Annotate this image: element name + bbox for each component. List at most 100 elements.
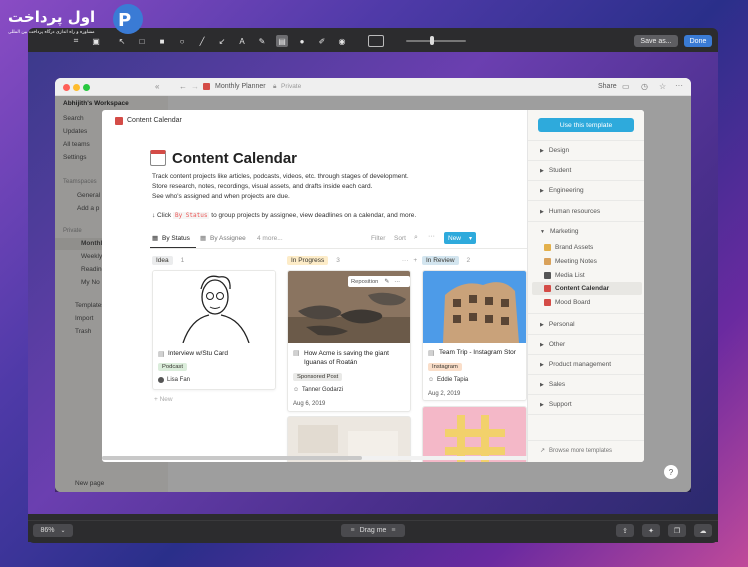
share-export-button[interactable]: ⇪ <box>616 524 634 537</box>
template-categories: Use this template ▶ Design ▶ Student ▶ Engi… <box>527 110 644 462</box>
column-add-icon[interactable]: + <box>413 257 417 264</box>
history-icon[interactable]: ◷ <box>641 82 648 91</box>
category-support[interactable]: ▶ Support <box>540 401 572 408</box>
done-button[interactable]: Done <box>684 35 712 47</box>
ellipse-icon[interactable]: ○ <box>176 35 188 47</box>
arrow-up-right-icon: ↗ <box>540 448 546 454</box>
forward-arrow-icon[interactable]: → <box>191 82 199 91</box>
close-light-icon[interactable] <box>63 84 70 91</box>
calendar-icon <box>115 117 123 125</box>
comments-icon[interactable]: ▭ <box>622 82 630 91</box>
save-as-button[interactable]: Save as... <box>634 35 678 47</box>
category-label: Design <box>548 147 570 154</box>
pin-button[interactable]: ✦ <box>642 524 660 537</box>
category-design[interactable]: ▶ Design <box>540 147 569 154</box>
category-marketing[interactable]: ▼ Marketing <box>540 228 579 235</box>
hint-post: to group projects by assignee, view dead… <box>211 212 417 219</box>
card-pink-partial[interactable] <box>422 406 527 462</box>
filter-button[interactable]: Filter <box>371 235 385 242</box>
search-icon[interactable]: ⌕ <box>414 234 418 242</box>
column-more-icon[interactable]: ··· <box>402 257 409 264</box>
template-brand-assets[interactable]: Brand Assets <box>544 244 593 251</box>
collapse-sidebar-icon[interactable]: « <box>155 82 159 91</box>
edit-icon[interactable]: ✎ <box>384 279 389 285</box>
reposition-label: Reposition <box>351 278 379 285</box>
stroke-slider[interactable] <box>406 40 466 42</box>
browse-templates-link[interactable]: ↗ Browse more templates <box>540 447 612 454</box>
count-in-review: 2 <box>466 257 471 264</box>
upload-cloud-button[interactable]: ☁ <box>694 524 712 537</box>
reposition-control[interactable]: Reposition ✎ ··· <box>348 276 410 287</box>
screenshot-icon[interactable]: ▣ <box>90 35 102 47</box>
category-engineering[interactable]: ▶ Engineering <box>540 187 584 194</box>
copy-button[interactable]: ❐ <box>668 524 686 537</box>
page-title[interactable]: Monthly Planner <box>215 83 266 90</box>
more-options-icon[interactable]: ··· <box>428 233 435 240</box>
line-icon[interactable]: ╱ <box>196 35 208 47</box>
zoom-select[interactable]: 86% ⌄ <box>33 524 73 537</box>
more-views[interactable]: 4 more... <box>257 235 283 242</box>
category-divider <box>528 200 644 201</box>
template-content-calendar[interactable]: Content Calendar <box>544 285 609 292</box>
tab-by-status[interactable]: By Status <box>162 235 190 242</box>
grip-icon: ≡ <box>391 527 396 534</box>
category-other[interactable]: ▶ Other <box>540 341 565 348</box>
tag-sponsored-post: Sponsored Post <box>293 373 343 381</box>
pointer-icon[interactable]: ↖ <box>116 35 128 47</box>
calendar-page-icon <box>203 83 210 90</box>
template-media-list[interactable]: Media List <box>544 272 585 279</box>
more-icon[interactable]: ··· <box>675 81 683 90</box>
card-more-icon[interactable]: ··· <box>394 279 400 285</box>
preview-breadcrumb: Content Calendar <box>127 117 182 124</box>
category-divider <box>528 354 644 355</box>
crop-icon[interactable]: ⌗ <box>70 35 82 47</box>
filled-rectangle-icon[interactable]: ■ <box>156 35 168 47</box>
category-divider <box>528 440 644 441</box>
pen-icon[interactable]: ✐ <box>316 35 328 47</box>
template-mood-board[interactable]: Mood Board <box>544 299 590 306</box>
category-label: Human resources <box>548 208 601 215</box>
markup-toolbar: ⌗ ▣ ↖ □ ■ ○ ╱ ↙ A ✎ ▤ ● ✐ ◉ <box>28 32 718 50</box>
counter-icon[interactable]: ● <box>296 35 308 47</box>
blur-icon[interactable]: ▤ <box>276 35 288 47</box>
new-button[interactable]: New ▾ <box>444 232 476 244</box>
card-interview[interactable]: ▤ Interview w/Stu Card Podcast Lisa Fan <box>152 270 276 390</box>
favorite-icon[interactable]: ☆ <box>659 82 666 91</box>
card-iguanas[interactable]: Reposition ✎ ··· ▤ How Acme is saving th… <box>287 270 411 412</box>
new-button-label: New <box>448 234 462 242</box>
category-personal[interactable]: ▶ Personal <box>540 321 575 328</box>
category-divider <box>528 374 644 375</box>
sort-button[interactable]: Sort <box>394 235 406 242</box>
privacy-label[interactable]: Private <box>281 83 301 90</box>
calendar-icon <box>544 285 551 292</box>
back-arrow-icon[interactable]: ← <box>179 82 187 91</box>
category-human-resources[interactable]: ▶ Human resources <box>540 208 600 215</box>
scrollbar-thumb[interactable] <box>102 456 362 460</box>
highlight-icon[interactable]: ✎ <box>256 35 268 47</box>
template-label: Media List <box>555 272 585 279</box>
minimize-light-icon[interactable] <box>73 84 80 91</box>
template-meeting-notes[interactable]: Meeting Notes <box>544 258 597 265</box>
tab-by-assignee[interactable]: By Assignee <box>210 235 246 242</box>
drag-handle[interactable]: ≡ Drag me ≡ <box>341 524 405 537</box>
add-card-idea[interactable]: + New <box>154 396 173 403</box>
use-template-button[interactable]: Use this template <box>538 118 634 132</box>
color-picker-icon[interactable]: ◉ <box>336 35 348 47</box>
share-button[interactable]: Share <box>598 83 617 90</box>
category-divider <box>528 180 644 181</box>
help-button[interactable]: ? <box>664 465 678 479</box>
category-student[interactable]: ▶ Student <box>540 167 571 174</box>
category-product-management[interactable]: ▶ Product management <box>540 361 611 368</box>
text-icon[interactable]: A <box>236 35 248 47</box>
card-team-trip[interactable]: ▤ Team Trip - Instagram Stor Instagram ☺… <box>422 270 527 401</box>
maximize-light-icon[interactable] <box>83 84 90 91</box>
rectangle-icon[interactable]: □ <box>136 35 148 47</box>
chevron-right-icon: ▶ <box>540 322 544 328</box>
chevron-down-icon[interactable]: ▾ <box>469 235 472 242</box>
divider <box>150 248 527 249</box>
shape-style-icon[interactable] <box>368 35 384 47</box>
template-preview: Content Calendar Content Calendar Track … <box>102 110 527 462</box>
arrow-icon[interactable]: ↙ <box>216 35 228 47</box>
stroke-slider-knob[interactable] <box>430 36 434 45</box>
category-sales[interactable]: ▶ Sales <box>540 381 565 388</box>
